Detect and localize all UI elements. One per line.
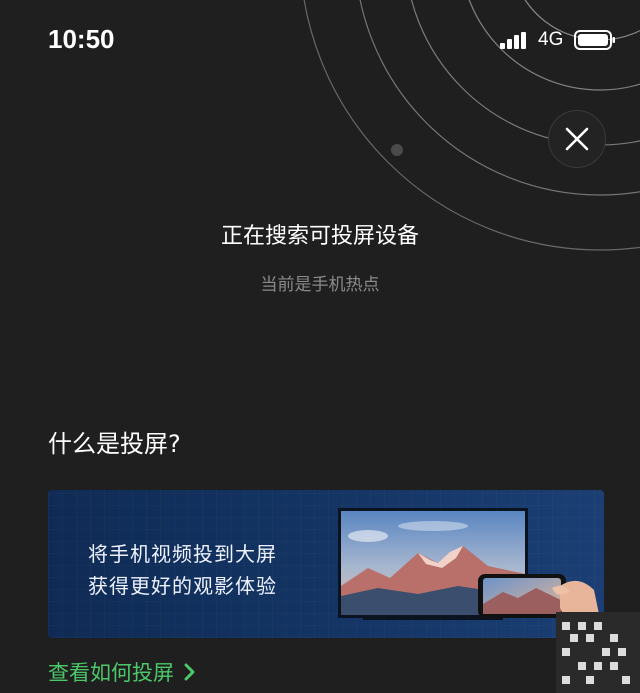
hotspot-subtitle: 当前是手机热点 — [260, 275, 380, 295]
chevron-right-icon — [184, 663, 195, 681]
section-heading: 什么是投屏? — [48, 430, 181, 458]
promo-banner[interactable]: 将手机视频投到大屏 获得更好的观影体验 — [48, 490, 604, 638]
close-button[interactable] — [548, 110, 606, 168]
status-bar: 10:50 4G — [0, 0, 640, 80]
searching-title: 正在搜索可投屏设备 — [220, 224, 419, 249]
status-time: 10:50 — [48, 24, 115, 54]
watermark — [556, 612, 640, 693]
banner-line-1: 将手机视频投到大屏 — [88, 542, 277, 566]
signal-icon — [500, 32, 526, 49]
network-label: 4G — [538, 29, 564, 50]
banner-line-2: 获得更好的观影体验 — [88, 574, 277, 598]
battery-icon — [574, 30, 615, 50]
close-icon — [565, 127, 589, 151]
how-to-cast-label: 查看如何投屏 — [48, 661, 174, 685]
radar-dot — [391, 144, 403, 156]
how-to-cast-link[interactable]: 查看如何投屏 — [48, 657, 196, 687]
